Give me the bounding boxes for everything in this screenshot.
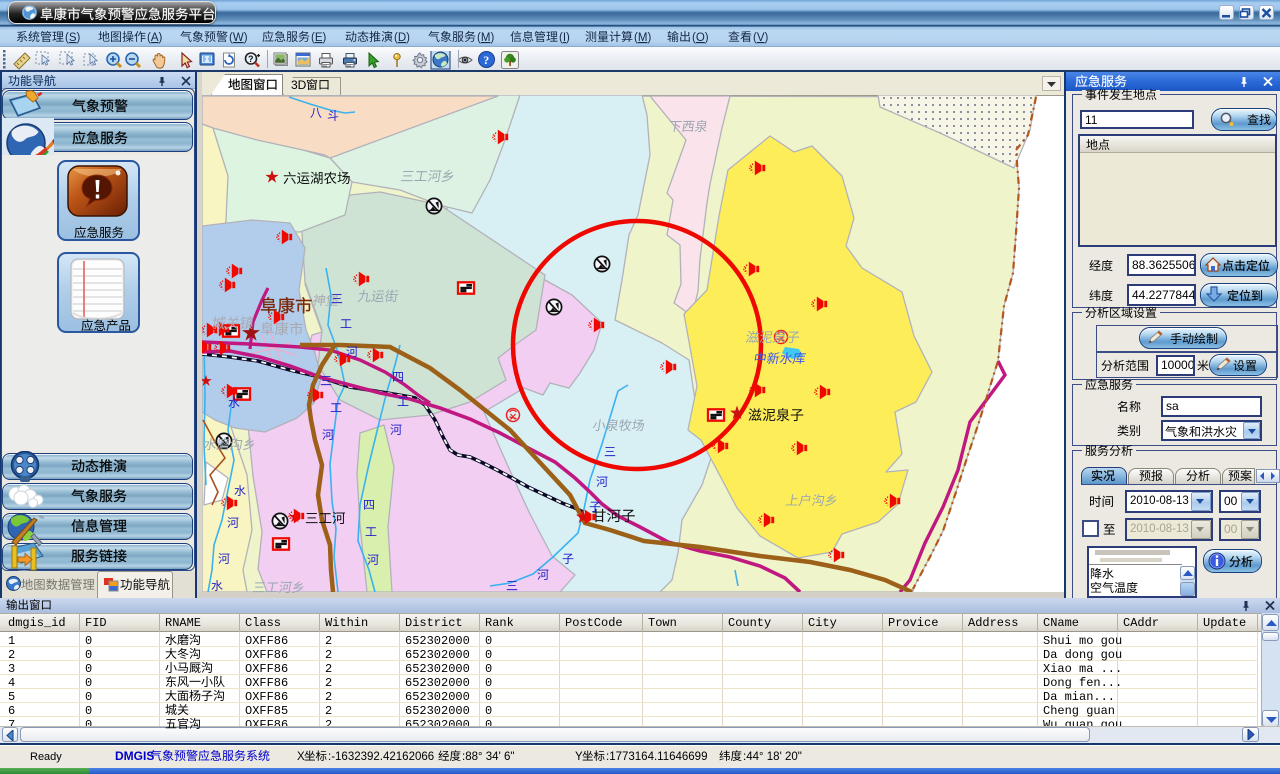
- svg-text:?: ?: [483, 53, 489, 67]
- svg-text:?: ?: [248, 54, 254, 64]
